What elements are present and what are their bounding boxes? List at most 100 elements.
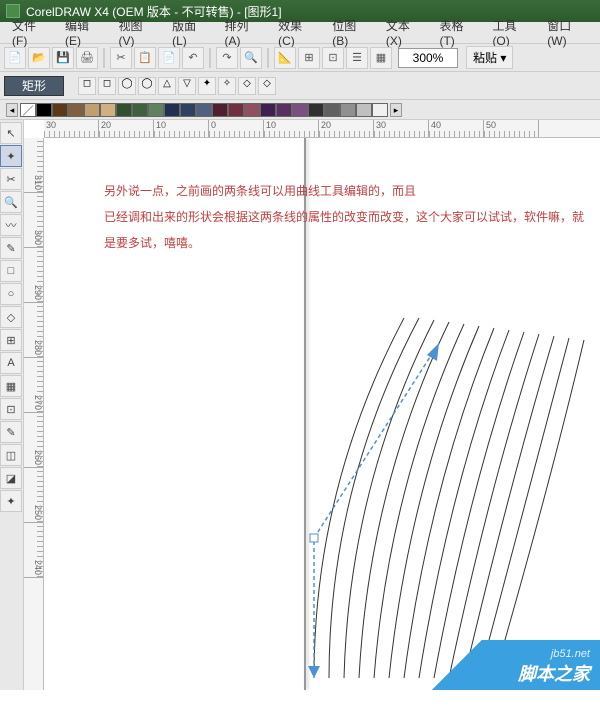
rectangle-tool[interactable]: □ <box>0 260 22 282</box>
color-swatch[interactable] <box>132 103 148 117</box>
shape-preset[interactable]: ✦ <box>198 77 216 95</box>
menu-item[interactable]: 文件(F) <box>4 15 57 50</box>
menu-item[interactable]: 排列(A) <box>216 15 270 50</box>
ruler-tick: 240 <box>24 523 43 578</box>
ruler-tick: 10 <box>154 120 209 137</box>
color-swatch[interactable] <box>196 103 212 117</box>
ruler-tick: 300 <box>24 193 43 248</box>
palette-right[interactable]: ▸ <box>390 103 402 117</box>
fill-tool[interactable]: ◪ <box>0 467 22 489</box>
menu-bar[interactable]: 文件(F)编辑(E)视图(V)版面(L)排列(A)效果(C)位图(B)文本(X)… <box>0 22 600 44</box>
color-palette: ◂ ▸ <box>0 100 600 120</box>
ruler-tick: 20 <box>319 120 374 137</box>
ruler-tick: 0 <box>209 120 264 137</box>
shape-preset[interactable]: ◯ <box>138 77 156 95</box>
ruler-tick: 270 <box>24 358 43 413</box>
menu-item[interactable]: 表格(T) <box>431 15 484 50</box>
shape-preset[interactable]: ◇ <box>238 77 256 95</box>
menu-item[interactable]: 文本(X) <box>378 15 432 50</box>
ruler-tick: 290 <box>24 248 43 303</box>
toolbar-button[interactable]: ↷ <box>216 47 238 69</box>
shape-preset[interactable]: ◻ <box>98 77 116 95</box>
shape-preset[interactable]: ✧ <box>218 77 236 95</box>
smart-fill-tool[interactable]: ✎ <box>0 237 22 259</box>
pick-tool[interactable]: ↖ <box>0 122 22 144</box>
polygon-tool[interactable]: ◇ <box>0 306 22 328</box>
menu-item[interactable]: 版面(L) <box>164 15 216 50</box>
menu-item[interactable]: 编辑(E) <box>57 15 111 50</box>
ellipse-tool[interactable]: ○ <box>0 283 22 305</box>
toolbar-button[interactable]: 📋 <box>134 47 156 69</box>
zoom-field[interactable]: 300% <box>398 48 458 68</box>
control-node-mid[interactable] <box>310 534 318 542</box>
color-swatch[interactable] <box>84 103 100 117</box>
color-swatch[interactable] <box>244 103 260 117</box>
basic-shapes-tool[interactable]: ⊞ <box>0 329 22 351</box>
no-fill-swatch[interactable] <box>20 103 36 117</box>
color-swatch[interactable] <box>372 103 388 117</box>
color-swatch[interactable] <box>340 103 356 117</box>
shape-preset[interactable]: ▽ <box>178 77 196 95</box>
drawing-canvas[interactable]: 另外说一点，之前画的两条线可以用曲线工具编辑的，而且 已经调和出来的形状会根据这… <box>44 138 600 690</box>
menu-item[interactable]: 工具(O) <box>484 15 539 50</box>
eyedropper-tool[interactable]: ✎ <box>0 421 22 443</box>
zoom-tool[interactable]: 🔍 <box>0 191 22 213</box>
toolbar-button[interactable]: ↶ <box>182 47 204 69</box>
color-swatch[interactable] <box>116 103 132 117</box>
palette-left[interactable]: ◂ <box>6 103 18 117</box>
control-handle-start[interactable] <box>308 666 320 678</box>
color-swatch[interactable] <box>276 103 292 117</box>
shape-tool[interactable]: ✦ <box>0 145 22 167</box>
shape-selector[interactable]: 矩形 <box>4 76 64 96</box>
color-swatch[interactable] <box>68 103 84 117</box>
annotation-text: 另外说一点，之前画的两条线可以用曲线工具编辑的，而且 已经调和出来的形状会根据这… <box>104 178 584 256</box>
annotation-line-1: 另外说一点，之前画的两条线可以用曲线工具编辑的，而且 <box>104 178 584 204</box>
menu-item[interactable]: 效果(C) <box>270 15 324 50</box>
interactive-tool[interactable]: ⊡ <box>0 398 22 420</box>
shape-preset[interactable]: ◻ <box>78 77 96 95</box>
freehand-tool[interactable]: 〰 <box>0 214 22 236</box>
ruler-tick: 10 <box>264 120 319 137</box>
menu-item[interactable]: 视图(V) <box>111 15 165 50</box>
color-swatch[interactable] <box>292 103 308 117</box>
toolbar-button[interactable]: 🔍 <box>240 47 262 69</box>
ruler-tick: 250 <box>24 468 43 523</box>
toolbar-button[interactable]: 🖨 <box>76 47 98 69</box>
color-swatch[interactable] <box>148 103 164 117</box>
toolbar-button[interactable]: ✂ <box>110 47 132 69</box>
interactive-fill-tool[interactable]: ✦ <box>0 490 22 512</box>
crop-tool[interactable]: ✂ <box>0 168 22 190</box>
shape-preset[interactable]: ◯ <box>118 77 136 95</box>
toolbar-button[interactable]: 📄 <box>4 47 26 69</box>
shape-preset[interactable]: △ <box>158 77 176 95</box>
color-swatch[interactable] <box>180 103 196 117</box>
color-swatch[interactable] <box>100 103 116 117</box>
annotation-line-2: 已经调和出来的形状会根据这两条线的属性的改变而改变，这个大家可以试试，软件嘛，就… <box>104 204 584 256</box>
ruler-tick: 260 <box>24 413 43 468</box>
toolbar-button[interactable]: ☰ <box>346 47 368 69</box>
shape-preset[interactable]: ◇ <box>258 77 276 95</box>
color-swatch[interactable] <box>52 103 68 117</box>
toolbar-button[interactable]: ⊞ <box>298 47 320 69</box>
toolbar-button[interactable]: 📂 <box>28 47 50 69</box>
toolbar-button[interactable]: 💾 <box>52 47 74 69</box>
color-swatch[interactable] <box>308 103 324 117</box>
text-tool[interactable]: A <box>0 352 22 374</box>
color-swatch[interactable] <box>356 103 372 117</box>
color-swatch[interactable] <box>324 103 340 117</box>
menu-item[interactable]: 窗口(W) <box>539 15 596 50</box>
color-swatch[interactable] <box>260 103 276 117</box>
color-swatch[interactable] <box>164 103 180 117</box>
toolbar-button[interactable]: 📄 <box>158 47 180 69</box>
toolbar-button[interactable]: ▦ <box>370 47 392 69</box>
work-area: 30201001020304050 3103002902802702602502… <box>24 120 600 690</box>
color-swatch[interactable] <box>36 103 52 117</box>
toolbar-button[interactable]: ⊡ <box>322 47 344 69</box>
toolbar-button[interactable]: 📐 <box>274 47 296 69</box>
outline-tool[interactable]: ◫ <box>0 444 22 466</box>
paste-dropdown[interactable]: 粘贴 ▾ <box>466 46 513 69</box>
menu-item[interactable]: 位图(B) <box>324 15 378 50</box>
table-tool[interactable]: ▦ <box>0 375 22 397</box>
color-swatch[interactable] <box>228 103 244 117</box>
color-swatch[interactable] <box>212 103 228 117</box>
